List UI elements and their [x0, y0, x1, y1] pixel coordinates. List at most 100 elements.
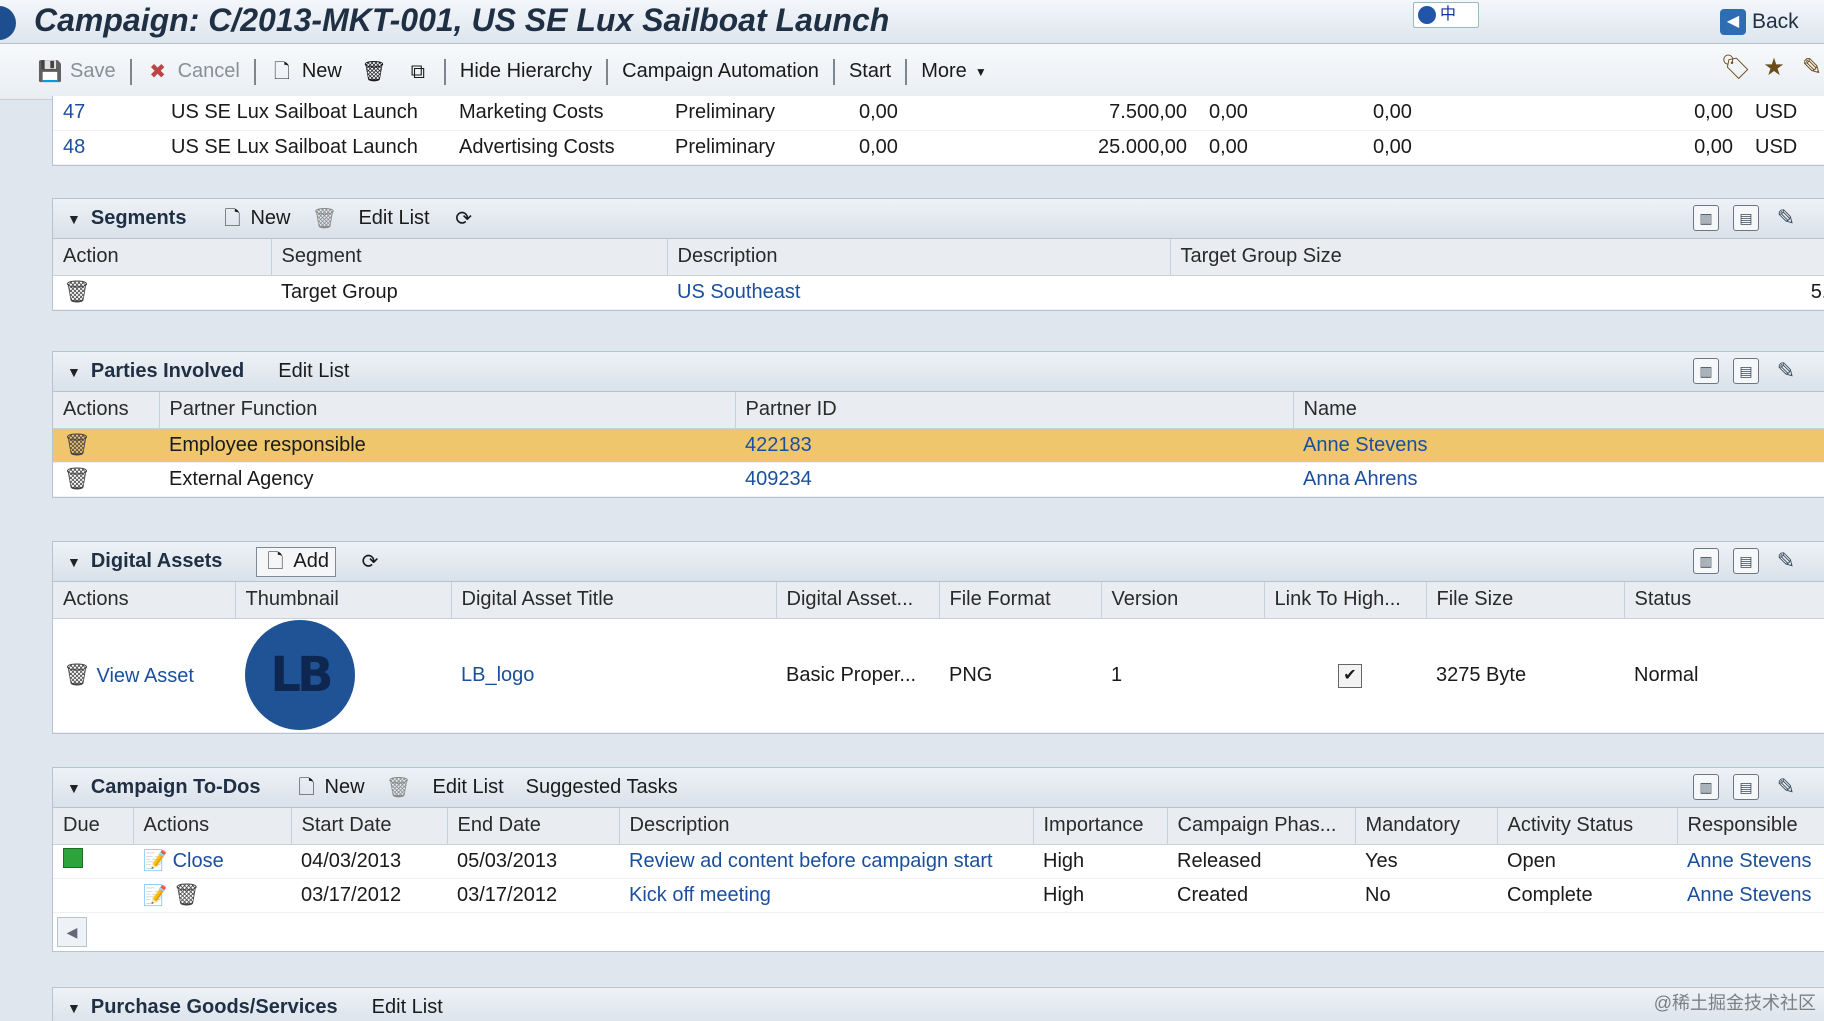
- collapse-triangle-icon[interactable]: ▼: [67, 1000, 81, 1016]
- back-button[interactable]: ◀ Back: [1720, 6, 1799, 38]
- link-high-res-checkbox[interactable]: ✔: [1338, 663, 1362, 688]
- todo-responsible[interactable]: Anne Stevens: [1677, 844, 1824, 879]
- chart-icon[interactable]: ▥: [1693, 358, 1719, 384]
- new-button[interactable]: 🗋 New: [260, 54, 352, 90]
- column-header[interactable]: Campaign Phas...: [1167, 808, 1356, 845]
- column-header[interactable]: Activity Status: [1497, 808, 1678, 845]
- column-header[interactable]: Digital Asset Title: [451, 582, 777, 619]
- pencil-icon[interactable]: ✎: [1773, 774, 1799, 800]
- purchase-edit-list-button[interactable]: Edit List: [372, 996, 443, 1019]
- partner-id[interactable]: 409234: [735, 462, 1293, 497]
- delete-button[interactable]: 🗑: [352, 54, 396, 90]
- trash-icon[interactable]: 🗑: [173, 882, 201, 907]
- column-header[interactable]: Partner Function: [159, 392, 736, 429]
- trash-icon[interactable]: 🗑: [63, 432, 91, 457]
- column-header[interactable]: File Format: [939, 582, 1102, 619]
- edit-icon[interactable]: 📝: [143, 884, 168, 908]
- view-asset-link[interactable]: View Asset: [97, 665, 194, 687]
- asset-thumbnail[interactable]: LB: [245, 620, 355, 730]
- todo-responsible[interactable]: Anne Stevens: [1677, 878, 1824, 913]
- column-header[interactable]: Actions: [53, 582, 236, 619]
- column-header[interactable]: Status: [1624, 582, 1824, 619]
- segment-description[interactable]: US Southeast: [667, 275, 1170, 310]
- column-header[interactable]: Thumbnail: [235, 582, 452, 619]
- column-header[interactable]: Description: [619, 808, 1034, 845]
- asset-title[interactable]: LB_logo: [451, 618, 776, 733]
- parties-edit-list-button[interactable]: Edit List: [278, 360, 349, 383]
- column-header[interactable]: Partner ID: [735, 392, 1294, 429]
- segments-edit-list-button[interactable]: Edit List: [358, 207, 429, 230]
- assets-add-button[interactable]: 🗋 Add: [256, 546, 336, 577]
- chart-icon[interactable]: ▥: [1693, 774, 1719, 800]
- pencil-icon[interactable]: ✎: [1773, 358, 1799, 384]
- column-header[interactable]: Action: [53, 239, 272, 276]
- column-header[interactable]: Target Group Size: [1170, 239, 1824, 276]
- collapse-triangle-icon[interactable]: ▼: [67, 211, 81, 227]
- cancel-button[interactable]: ✖ Cancel: [136, 54, 250, 90]
- trash-icon[interactable]: 🗑: [63, 662, 91, 687]
- copy-button[interactable]: ⧉: [396, 54, 440, 90]
- hide-hierarchy-button[interactable]: Hide Hierarchy: [450, 54, 602, 90]
- assets-refresh-button[interactable]: ⟳: [358, 550, 382, 574]
- column-header[interactable]: End Date: [447, 808, 620, 845]
- favorite-icon[interactable]: ★: [1762, 56, 1786, 80]
- cost-row-value: 25.000,00: [999, 130, 1199, 165]
- column-header[interactable]: Name: [1293, 392, 1824, 429]
- cost-row-id[interactable]: 47: [53, 96, 161, 131]
- tag-icon[interactable]: 🏷: [1721, 56, 1751, 80]
- export-icon[interactable]: ▤: [1733, 205, 1759, 231]
- column-header[interactable]: Version: [1101, 582, 1265, 619]
- trash-icon[interactable]: 🗑: [63, 466, 91, 491]
- close-link[interactable]: Close: [173, 850, 224, 872]
- partner-id[interactable]: 422183: [735, 428, 1293, 463]
- cost-row-value: 0,00: [1525, 96, 1745, 131]
- table-row-selected[interactable]: 🗑 Employee responsible 422183 Anne Steve…: [53, 428, 1824, 463]
- todos-delete-button[interactable]: 🗑: [386, 776, 411, 800]
- todo-description[interactable]: Review ad content before campaign start: [619, 844, 1033, 879]
- start-button[interactable]: Start: [839, 54, 901, 90]
- cost-row-value: 0,00: [849, 130, 999, 165]
- scroll-left-button[interactable]: ◀: [57, 916, 87, 947]
- more-menu-button[interactable]: More ▼: [911, 54, 997, 90]
- column-header[interactable]: Start Date: [291, 808, 448, 845]
- pencil-icon[interactable]: ✎: [1800, 56, 1824, 80]
- collapse-triangle-icon[interactable]: ▼: [67, 780, 81, 796]
- ime-indicator[interactable]: 中: [1413, 2, 1479, 28]
- chart-icon[interactable]: ▥: [1693, 548, 1719, 574]
- column-header[interactable]: Responsible: [1677, 808, 1824, 845]
- column-header[interactable]: Description: [667, 239, 1171, 276]
- collapse-triangle-icon[interactable]: ▼: [67, 364, 81, 380]
- partner-name[interactable]: Anna Ahrens: [1293, 462, 1824, 497]
- column-header[interactable]: Digital Asset...: [776, 582, 940, 619]
- column-header[interactable]: Due: [53, 808, 134, 845]
- segments-refresh-button[interactable]: ⟳: [452, 207, 476, 231]
- partner-name[interactable]: Anne Stevens: [1293, 428, 1824, 463]
- todos-edit-list-button[interactable]: Edit List: [433, 776, 504, 799]
- segments-new-button[interactable]: 🗋 New: [220, 207, 290, 231]
- column-header[interactable]: Actions: [53, 392, 160, 429]
- suggested-tasks-button[interactable]: Suggested Tasks: [526, 776, 678, 799]
- todos-new-button[interactable]: 🗋 New: [295, 776, 364, 800]
- column-header[interactable]: Importance: [1033, 808, 1168, 845]
- export-icon[interactable]: ▤: [1733, 774, 1759, 800]
- chart-icon[interactable]: ▥: [1693, 205, 1719, 231]
- campaign-automation-button[interactable]: Campaign Automation: [612, 54, 829, 90]
- pencil-icon[interactable]: ✎: [1773, 548, 1799, 574]
- table-row[interactable]: 🗑 External Agency 409234 Anna Ahrens: [53, 462, 1824, 497]
- pencil-icon[interactable]: ✎: [1773, 205, 1799, 231]
- export-icon[interactable]: ▤: [1733, 548, 1759, 574]
- export-icon[interactable]: ▤: [1733, 358, 1759, 384]
- column-header[interactable]: Segment: [271, 239, 668, 276]
- trash-icon[interactable]: 🗑: [63, 279, 91, 304]
- row-actions: 🗑 View Asset: [53, 618, 235, 733]
- save-button[interactable]: 💾 Save: [28, 54, 126, 90]
- segments-delete-button[interactable]: 🗑: [312, 207, 337, 231]
- collapse-triangle-icon[interactable]: ▼: [67, 554, 81, 570]
- column-header[interactable]: Link To High...: [1264, 582, 1427, 619]
- column-header[interactable]: Mandatory: [1355, 808, 1498, 845]
- todo-description[interactable]: Kick off meeting: [619, 878, 1033, 913]
- column-header[interactable]: Actions: [133, 808, 292, 845]
- cost-row-id[interactable]: 48: [53, 130, 161, 165]
- edit-icon[interactable]: 📝: [143, 849, 168, 873]
- column-header[interactable]: File Size: [1426, 582, 1625, 619]
